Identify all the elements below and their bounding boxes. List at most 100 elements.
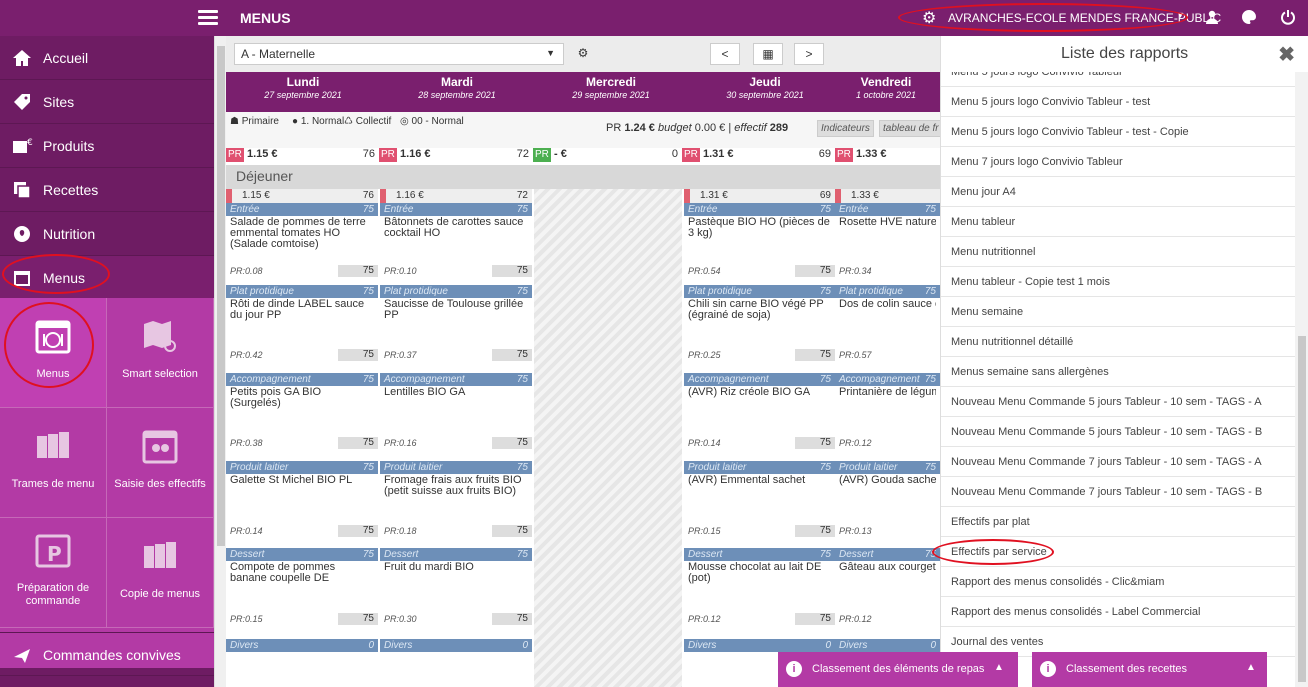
sidebar-item-produits[interactable]: € Produits xyxy=(0,124,214,168)
dish-pr-line: PR:0.16 75 xyxy=(380,437,532,449)
plane-icon xyxy=(12,645,32,665)
dish-name[interactable]: Mousse chocolat au lait DE (pot) xyxy=(688,562,831,584)
report-item[interactable]: Nouveau Menu Commande 5 jours Tableur - … xyxy=(941,417,1295,447)
tile-smart-selection[interactable]: Smart selection xyxy=(107,298,214,408)
dish-name[interactable]: Galette St Michel BIO PL xyxy=(230,475,374,486)
dish-name[interactable]: Fruit du mardi BIO xyxy=(384,562,528,573)
dish-name[interactable]: Rôti de dinde LABEL sauce du jour PP xyxy=(230,299,374,321)
info-icon: i xyxy=(786,661,802,677)
report-item[interactable]: Rapport des menus consolidés - Label Com… xyxy=(941,597,1295,627)
report-item[interactable]: Menu tableur xyxy=(941,207,1295,237)
category-header: Divers 0 xyxy=(226,639,378,652)
dish-name[interactable]: Bâtonnets de carottes sauce cocktail HO xyxy=(384,217,528,239)
dish-pr-line: PR:0.12 xyxy=(839,614,872,624)
sidebar-item-sites[interactable]: Sites xyxy=(0,80,214,124)
sidebar-item-accueil[interactable]: Accueil xyxy=(0,36,214,80)
sidebar-item-label: Recettes xyxy=(43,182,99,198)
dish-name[interactable]: (AVR) Gouda sachet xyxy=(839,475,936,486)
settings-gears-button[interactable]: ⚙ xyxy=(568,43,598,65)
report-item[interactable]: Menu jour A4 xyxy=(941,177,1295,207)
pr-count: 72 xyxy=(516,148,529,160)
dish-name[interactable]: Pastèque BIO HO (pièces de 3 kg) xyxy=(688,217,831,239)
dish-name[interactable]: Printanière de légumes GA xyxy=(839,387,936,398)
dish-name[interactable]: Gâteau aux courgettes et chocolat DE (ba… xyxy=(839,562,936,573)
sidebar-item-commandes-convives[interactable]: Commandes convives xyxy=(0,632,214,676)
calendar-button[interactable]: ▦ xyxy=(753,43,783,65)
report-item[interactable]: Menu 5 jours logo Convivio Tableur xyxy=(941,72,1295,87)
report-item[interactable]: Nouveau Menu Commande 7 jours Tableur - … xyxy=(941,477,1295,507)
category-header: Accompagnement 75 xyxy=(684,373,835,386)
preparation-icon: P xyxy=(33,530,73,570)
next-week-button[interactable]: > xyxy=(794,43,824,65)
day-header-mardi: Mardi 28 septembre 2021 xyxy=(418,75,496,100)
tile-copie-de-menus[interactable]: Copie de menus xyxy=(107,518,214,628)
tile-trames-de-menu[interactable]: Trames de menu xyxy=(0,408,107,518)
menu-grid: 1.15 €76 Entrée 75 Salade de pommes de terr… xyxy=(226,189,940,687)
report-item[interactable]: Menu 5 jours logo Convivio Tableur - tes… xyxy=(941,117,1295,147)
report-item[interactable]: Menus semaine sans allergènes xyxy=(941,357,1295,387)
dish-name[interactable]: Rosette HVE nature (saucisson sec) xyxy=(839,217,936,228)
dish-pr-line: PR:0.30 75 xyxy=(380,613,532,625)
prev-week-button[interactable]: < xyxy=(710,43,740,65)
dish-name[interactable]: Chili sin carne BIO végé PP (égrainé de … xyxy=(688,299,831,321)
filter-collectif[interactable]: ♺ Collectif xyxy=(344,116,391,127)
svg-text:€: € xyxy=(27,138,33,148)
dish-pr-line: PR:0.37 75 xyxy=(380,349,532,361)
page-title: MENUS xyxy=(240,10,291,26)
panel-title: Liste des rapports xyxy=(1061,45,1189,62)
hamburger-menu-icon[interactable] xyxy=(198,7,218,27)
classement-elements-bar[interactable]: i Classement des éléments de repas ▲ xyxy=(778,652,1018,687)
report-item[interactable]: Nouveau Menu Commande 5 jours Tableur - … xyxy=(941,387,1295,417)
filter-regime[interactable]: ◎ 00 - Normal xyxy=(400,116,464,127)
filter-normal[interactable]: ● 1. Normal xyxy=(292,116,344,127)
dish-name[interactable]: Lentilles BIO GA xyxy=(384,387,528,398)
report-item[interactable]: Menu nutritionnel xyxy=(941,237,1295,267)
tile-saisie-des-effectifs[interactable]: Saisie des effectifs xyxy=(107,408,214,518)
dish-name[interactable]: (AVR) Emmental sachet xyxy=(688,475,831,486)
reports-list: Menu 5 jours logo Convivio Tableur Menu 5… xyxy=(941,72,1295,687)
filter-primaire[interactable]: ☗ Primaire xyxy=(230,116,279,127)
report-item[interactable]: Nouveau Menu Commande 7 jours Tableur - … xyxy=(941,447,1295,477)
sidebar-item-recettes[interactable]: Recettes xyxy=(0,168,214,212)
report-item[interactable]: Menu 5 jours logo Convivio Tableur - tes… xyxy=(941,87,1295,117)
section-dejeuner: Déjeuner xyxy=(226,165,940,189)
dish-name[interactable]: Compote de pommes banane coupelle DE xyxy=(230,562,374,584)
sidebar-scrollbar[interactable] xyxy=(214,36,226,687)
report-item[interactable]: Menu 7 jours logo Convivio Tableur xyxy=(941,147,1295,177)
dish-pr-line: PR:0.14 75 xyxy=(684,437,835,449)
classement-recettes-bar[interactable]: i Classement des recettes ▲ xyxy=(1032,652,1267,687)
report-item[interactable]: Menu semaine xyxy=(941,297,1295,327)
user-icon[interactable] xyxy=(1204,9,1220,30)
pr-price: 1.31 € xyxy=(702,148,734,160)
dish-pr-line: PR:0.15 75 xyxy=(226,613,378,625)
reports-scrollbar[interactable] xyxy=(1295,72,1308,687)
report-item[interactable]: Menu tableur - Copie test 1 mois xyxy=(941,267,1295,297)
people-calendar-icon xyxy=(140,426,180,466)
category-header: Divers 0 xyxy=(380,639,532,652)
dish-name[interactable]: Salade de pommes de terre emmental tomat… xyxy=(230,217,374,250)
report-item[interactable]: Rapport des menus consolidés - Clic&miam xyxy=(941,567,1295,597)
sidebar-item-nutrition[interactable]: Nutrition xyxy=(0,212,214,256)
dish-name[interactable]: Fromage frais aux fruits BIO (petit suis… xyxy=(384,475,528,497)
home-icon xyxy=(12,48,32,68)
report-item[interactable]: Effectifs par plat xyxy=(941,507,1295,537)
restaurant-select[interactable]: A - Maternelle ▼ xyxy=(234,43,564,65)
indicateurs-button[interactable]: Indicateurs xyxy=(817,120,874,137)
power-icon[interactable] xyxy=(1280,9,1296,30)
filters-bar: ☗ Primaire ● 1. Normal ♺ Collectif ◎ 00 … xyxy=(226,112,940,148)
dish-name[interactable]: Saucisse de Toulouse grillée PP xyxy=(384,299,528,321)
dish-name[interactable]: (AVR) Riz créole BIO GA xyxy=(688,387,831,398)
close-icon[interactable]: ✖ xyxy=(1278,42,1295,67)
tile-label: Trames de menu xyxy=(11,478,95,490)
tile-preparation-de-commande[interactable]: P Préparation de commande xyxy=(0,518,107,628)
category-header: Produit laitier 75 xyxy=(684,461,835,474)
dish-name[interactable]: Petits pois GA BIO (Surgelés) xyxy=(230,387,374,409)
tile-label: Copie de menus xyxy=(119,588,201,600)
category-header: Entrée 75 xyxy=(226,203,378,216)
panel-header: Liste des rapports ✖ xyxy=(941,36,1308,72)
report-item[interactable]: Menu nutritionnel détaillé xyxy=(941,327,1295,357)
bar-label: Classement des éléments de repas xyxy=(812,663,985,675)
dish-name[interactable]: Dos de colin sauce crème PP xyxy=(839,299,936,310)
palette-icon[interactable] xyxy=(1241,9,1257,30)
tableau-button[interactable]: tableau de fr xyxy=(879,120,940,137)
